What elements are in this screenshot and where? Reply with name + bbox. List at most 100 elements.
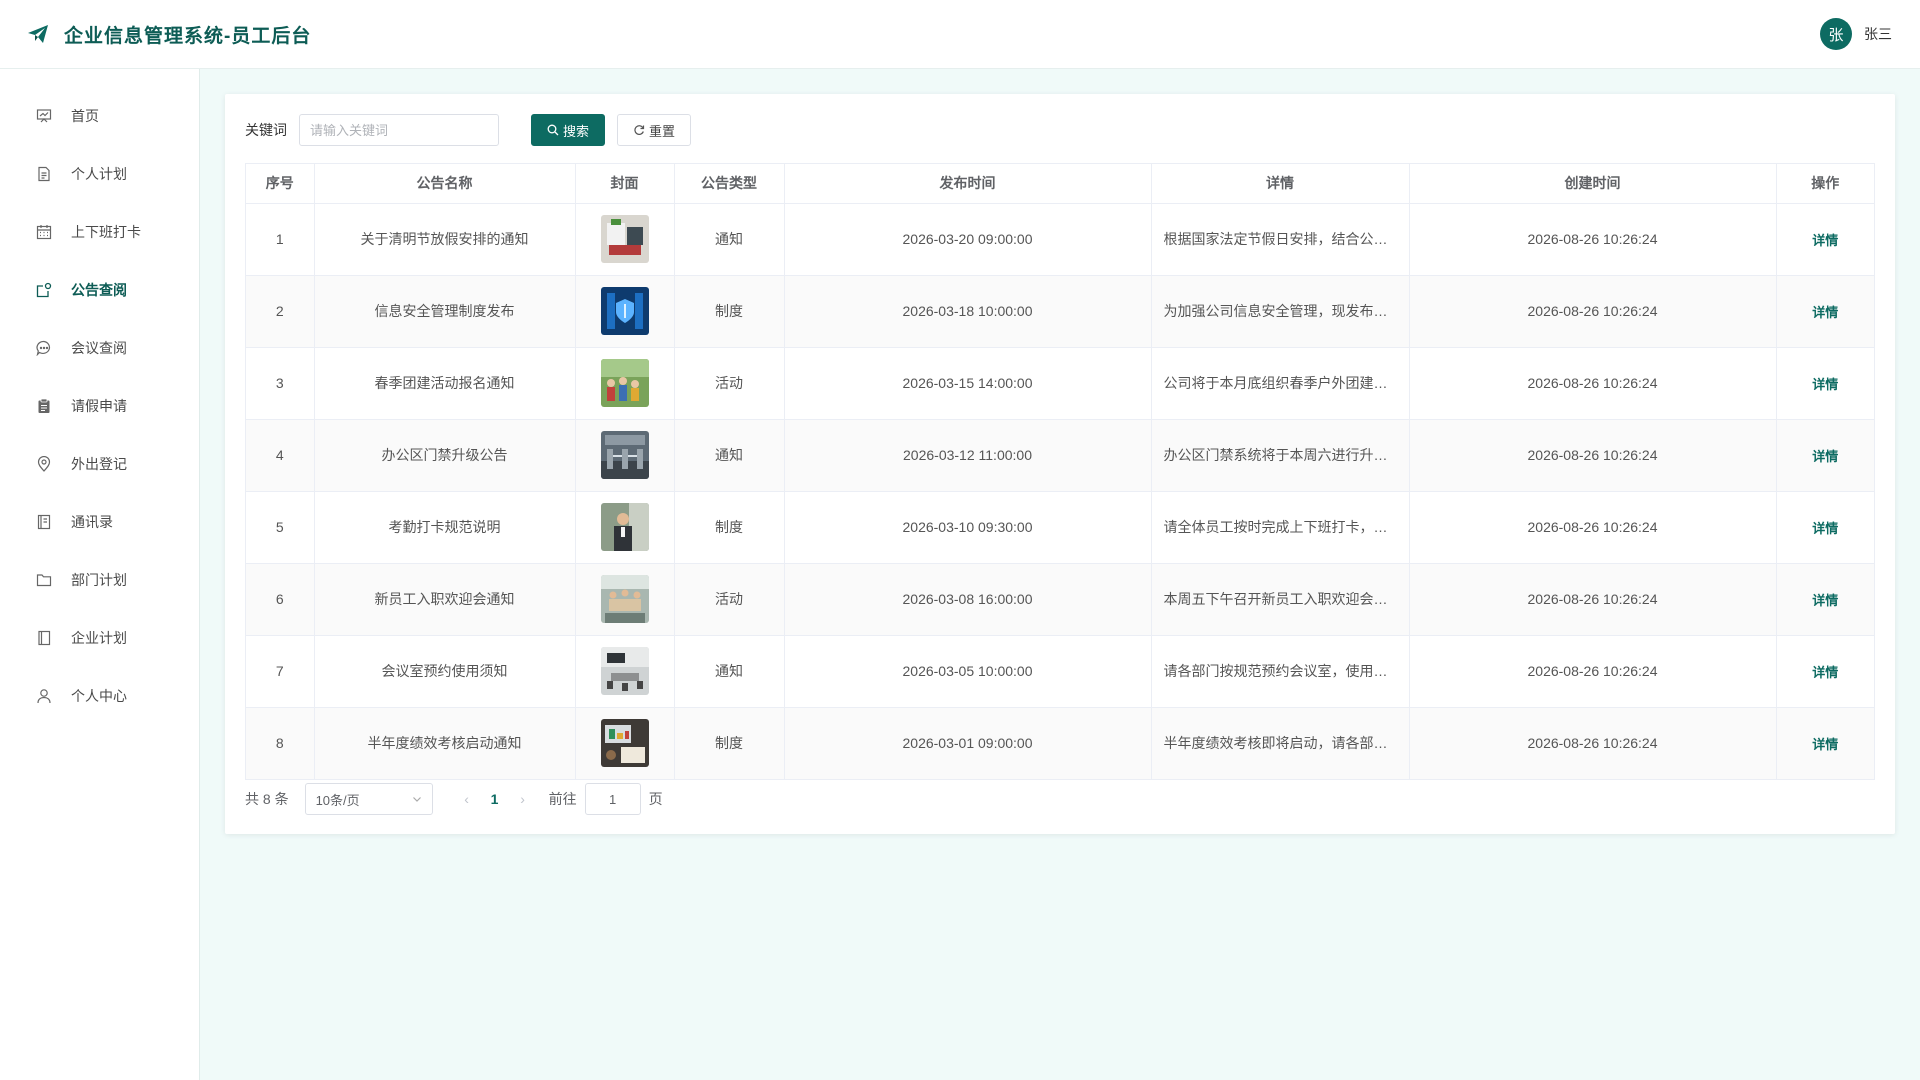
pagination: 共 8 条 10条/页 ‹ 1 › 前往 页 (245, 782, 1875, 816)
cell-notice-type: 制度 (674, 491, 785, 564)
detail-link[interactable]: 详情 (1812, 665, 1838, 680)
detail-link[interactable]: 详情 (1812, 233, 1838, 248)
next-page-icon[interactable]: › (509, 791, 537, 807)
notice-list-card: 关键词 搜索 重置 序号 公告名称 封面 公告类型 发布时间 (225, 94, 1895, 834)
search-icon (547, 124, 559, 136)
user-name[interactable]: 张三 (1864, 24, 1892, 44)
cell-publish-time: 2026-03-10 09:30:00 (784, 491, 1152, 564)
sidebar-item-meetings[interactable]: 会议查阅 (0, 319, 199, 377)
search-button[interactable]: 搜索 (531, 114, 605, 146)
cell-action: 详情 (1776, 419, 1874, 492)
sidebar-item-label: 会议查阅 (71, 340, 127, 356)
cell-detail: 半年度绩效考核即将启动，请各部门做好准备工作 (1151, 707, 1410, 779)
cell-action: 详情 (1776, 203, 1874, 276)
avatar[interactable]: 张 (1820, 18, 1852, 50)
location-icon (35, 455, 53, 473)
cell-detail: 本周五下午召开新员工入职欢迎会，请相关人员参加 (1151, 563, 1410, 636)
reset-button[interactable]: 重置 (617, 114, 691, 146)
cell-notice-name: 考勤打卡规范说明 (314, 491, 576, 564)
cover-image[interactable] (600, 647, 649, 695)
cell-action: 详情 (1776, 275, 1874, 348)
cell-notice-name: 信息安全管理制度发布 (314, 275, 576, 348)
cell-detail: 公司将于本月底组织春季户外团建活动，欢迎报名 (1151, 347, 1410, 420)
cell-publish-time: 2026-03-08 16:00:00 (784, 563, 1152, 636)
sidebar-item-notices[interactable]: 公告查阅 (0, 261, 199, 319)
search-bar: 关键词 搜索 重置 (245, 114, 1875, 146)
search-button-label: 搜索 (562, 123, 589, 139)
sidebar-item-contacts[interactable]: 通讯录 (0, 493, 199, 551)
page-number[interactable]: 1 (481, 791, 509, 807)
sidebar-item-label: 公告查阅 (71, 282, 127, 298)
detail-link[interactable]: 详情 (1812, 521, 1838, 536)
sidebar-item-label: 个人中心 (71, 688, 127, 704)
cell-detail: 办公区门禁系统将于本周六进行升级，请提前知悉 (1151, 419, 1410, 492)
table-row: 4 办公区门禁升级公告 通知 2026-03-12 11:00:00 办公区门禁系统将于… (246, 419, 1874, 492)
sidebar-item-profile[interactable]: 个人中心 (0, 667, 199, 725)
sidebar-item-company-plan[interactable]: 企业计划 (0, 609, 199, 667)
cover-image[interactable] (600, 575, 649, 623)
cell-publish-time: 2026-03-20 09:00:00 (784, 203, 1152, 276)
cover-image[interactable] (600, 287, 649, 335)
cover-image[interactable] (600, 719, 649, 768)
cell-detail: 根据国家法定节假日安排，结合公司实际情况，现将清明节放假安排通知如下 (1151, 203, 1410, 276)
cell-cover (575, 203, 675, 276)
sidebar-item-outing[interactable]: 外出登记 (0, 435, 199, 493)
presentation-icon (35, 107, 53, 125)
clipboard-icon (35, 397, 53, 415)
cell-created-time: 2026-08-26 10:26:24 (1409, 707, 1777, 779)
sidebar-item-label: 首页 (71, 108, 99, 124)
cell-cover (575, 707, 675, 779)
table-row: 6 新员工入职欢迎会通知 活动 2026-03-08 16:00:00 本周五下午召开新… (246, 563, 1874, 636)
address-book-icon (35, 513, 53, 531)
cover-image[interactable] (600, 215, 649, 263)
column-header-type: 公告类型 (674, 164, 785, 204)
cell-publish-time: 2026-03-12 11:00:00 (784, 419, 1152, 492)
cell-cover (575, 563, 675, 636)
cell-action: 详情 (1776, 635, 1874, 708)
cover-image[interactable] (600, 431, 649, 479)
table-header-row: 序号 公告名称 封面 公告类型 发布时间 详情 创建时间 操作 (246, 164, 1874, 204)
page-size-select[interactable]: 10条/页 (304, 783, 433, 815)
keyword-input[interactable] (299, 114, 499, 146)
chat-icon (35, 339, 53, 357)
notice-icon (35, 281, 53, 299)
detail-link[interactable]: 详情 (1812, 377, 1838, 392)
cell-action: 详情 (1776, 491, 1874, 564)
cell-created-time: 2026-08-26 10:26:24 (1409, 347, 1777, 420)
cell-publish-time: 2026-03-18 10:00:00 (784, 275, 1152, 348)
goto-page-input[interactable] (584, 783, 641, 815)
detail-link[interactable]: 详情 (1812, 449, 1838, 464)
sidebar-item-label: 个人计划 (71, 166, 127, 182)
cover-image[interactable] (600, 503, 649, 551)
sidebar-item-dept-plan[interactable]: 部门计划 (0, 551, 199, 609)
detail-link[interactable]: 详情 (1812, 305, 1838, 320)
table-row: 3 春季团建活动报名通知 活动 2026-03-15 14:00:00 公司将于本月底组… (246, 347, 1874, 420)
table-row: 2 信息安全管理制度发布 制度 2026-03-18 10:00:00 为加强公司信息安… (246, 275, 1874, 348)
cell-notice-type: 通知 (674, 635, 785, 708)
calendar-icon (35, 223, 53, 241)
column-header-name: 公告名称 (314, 164, 576, 204)
top-header: 企业信息管理系统-员工后台 张 张三 (0, 0, 1920, 69)
notice-table: 序号 公告名称 封面 公告类型 发布时间 详情 创建时间 操作 1 关于清明节放假… (245, 163, 1875, 780)
cell-index: 4 (246, 419, 315, 492)
sidebar-item-personal-plan[interactable]: 个人计划 (0, 145, 199, 203)
sidebar-item-label: 通讯录 (71, 514, 113, 530)
app-title: 企业信息管理系统-员工后台 (64, 25, 312, 47)
brand: 企业信息管理系统-员工后台 (26, 21, 311, 48)
sidebar-item-leave[interactable]: 请假申请 (0, 377, 199, 435)
sidebar-item-label: 上下班打卡 (71, 224, 141, 240)
prev-page-icon[interactable]: ‹ (453, 791, 481, 807)
cover-image[interactable] (600, 359, 649, 407)
sidebar-item-home[interactable]: 首页 (0, 87, 199, 145)
detail-link[interactable]: 详情 (1812, 593, 1838, 608)
column-header-action: 操作 (1776, 164, 1874, 204)
sidebar-item-clock-in[interactable]: 上下班打卡 (0, 203, 199, 261)
table-row: 1 关于清明节放假安排的通知 通知 2026-03-20 09:00:00 根据国家法定… (246, 203, 1874, 276)
cell-notice-name: 半年度绩效考核启动通知 (314, 707, 576, 779)
cell-cover (575, 275, 675, 348)
user-menu[interactable]: 张 张三 (1820, 18, 1892, 50)
cell-detail: 请全体员工按时完成上下班打卡，遵守考勤规范 (1151, 491, 1410, 564)
cell-notice-name: 春季团建活动报名通知 (314, 347, 576, 420)
detail-link[interactable]: 详情 (1812, 737, 1838, 752)
cell-action: 详情 (1776, 347, 1874, 420)
